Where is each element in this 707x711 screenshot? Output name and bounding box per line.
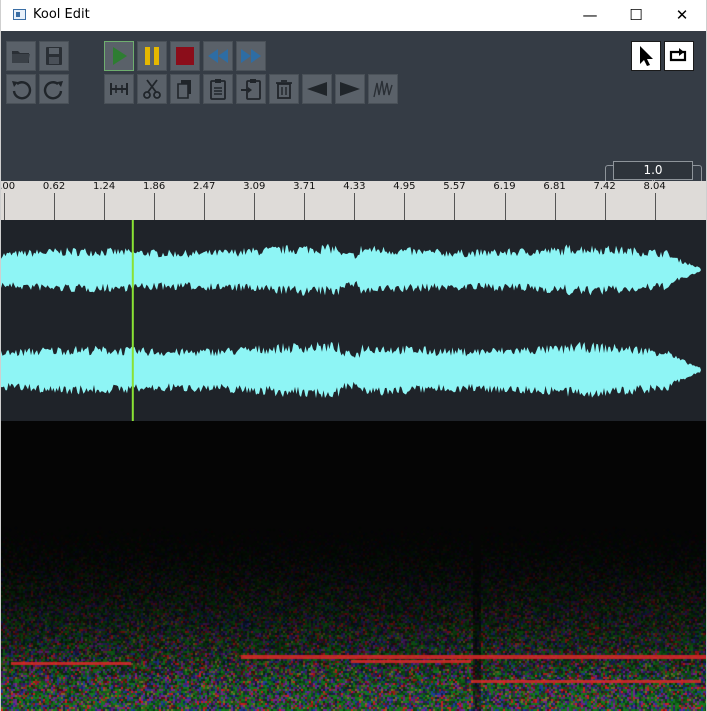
time-ruler[interactable]: 0.00 0.62 1.24 1.86 2.47 3.09 3.71 4.33 4.95 5.57… — [1, 181, 706, 220]
fade-out-button[interactable] — [335, 74, 365, 104]
ruler-tick-label: 4.95 — [393, 181, 416, 192]
open-button[interactable] — [6, 41, 36, 71]
play-button[interactable] — [104, 41, 134, 71]
close-button[interactable]: ✕ — [659, 0, 705, 31]
undo-button[interactable] — [6, 74, 36, 104]
window-title: Kool Edit — [33, 7, 90, 22]
ruler-tick — [254, 193, 256, 220]
zoom-value[interactable]: 1.0 — [613, 161, 693, 180]
save-button[interactable] — [39, 41, 69, 71]
ruler-tick-label: 2.47 — [193, 181, 216, 192]
playhead[interactable] — [131, 200, 134, 421]
title-bar[interactable]: Kool Edit — ☐ ✕ — [1, 0, 706, 31]
fade-out-icon — [340, 82, 360, 96]
noise-icon — [373, 80, 393, 98]
redo-button[interactable] — [39, 74, 69, 104]
copy-icon — [177, 80, 191, 99]
loop-icon — [669, 48, 687, 62]
waveform — [1, 200, 701, 421]
paste-insert-button[interactable] — [236, 74, 266, 104]
spectrogram-view[interactable] — [1, 421, 706, 711]
ruler-tick-label: 4.33 — [343, 181, 366, 192]
play-icon — [113, 47, 127, 65]
maximize-button[interactable]: ☐ — [613, 0, 659, 31]
fade-in-button[interactable] — [302, 74, 332, 104]
ruler-tick — [604, 193, 606, 220]
ruler-tick-label: 1.86 — [143, 181, 166, 192]
loop-button[interactable] — [664, 41, 694, 71]
ruler-tick — [4, 193, 5, 220]
ruler-tick — [504, 193, 506, 220]
app-window: Kool Edit — ☐ ✕ 1.0 00 0.62 1.24 1.86 2.… — [0, 0, 707, 711]
minimize-button[interactable]: — — [567, 0, 613, 31]
stop-button[interactable] — [170, 41, 200, 71]
ruler-tick-label: 8.04 — [643, 181, 666, 192]
redo-icon — [43, 81, 63, 100]
ruler-tick-label: 3.09 — [243, 181, 266, 192]
fast-forward-icon — [241, 49, 261, 63]
save-icon — [46, 47, 62, 65]
paste-icon — [210, 79, 226, 100]
select-tool-button[interactable] — [631, 41, 661, 71]
delete-button[interactable] — [269, 74, 299, 104]
cut-icon — [143, 79, 161, 99]
toolbar: - + — [1, 31, 706, 188]
paste-insert-icon — [241, 79, 261, 100]
spectrogram — [1, 421, 706, 711]
ruler-tick-label: 6.81 — [543, 181, 566, 192]
ruler-tick-label: 7.42 — [593, 181, 616, 192]
fade-in-icon — [307, 82, 327, 96]
ruler-tick — [354, 193, 356, 220]
rewind-button[interactable] — [203, 41, 233, 71]
delete-icon — [276, 80, 292, 99]
pause-button[interactable] — [137, 41, 167, 71]
app-icon — [13, 9, 26, 20]
stop-icon — [176, 47, 194, 65]
paste-button[interactable] — [203, 74, 233, 104]
ruler-tick — [554, 193, 556, 220]
rewind-icon — [208, 49, 228, 63]
ruler-tick — [654, 193, 656, 220]
select-icon — [640, 46, 653, 66]
ruler-tick — [454, 193, 456, 220]
noise-button[interactable] — [368, 74, 398, 104]
left-channel-waveform — [1, 243, 701, 296]
ruler-tick-label: 1.24 — [92, 181, 116, 192]
ruler-tick — [304, 193, 306, 220]
pause-icon — [145, 47, 159, 65]
ruler-tick — [154, 193, 156, 220]
ruler-tick — [404, 193, 406, 220]
ruler-tick — [104, 193, 106, 220]
open-icon — [12, 51, 30, 63]
ruler-tick-label: 5.57 — [443, 181, 466, 192]
ruler-tick-label: 6.19 — [493, 181, 516, 192]
ruler-tick — [204, 193, 206, 220]
fast-forward-button[interactable] — [236, 41, 266, 71]
waveform-view[interactable] — [1, 200, 706, 421]
ruler-tick-label: 3.71 — [293, 181, 316, 192]
ruler-tick-label: 0.00 — [1, 181, 16, 192]
ruler-tick-label: 0.62 — [42, 181, 66, 192]
copy-button[interactable] — [170, 74, 200, 104]
cut-button[interactable] — [137, 74, 167, 104]
undo-icon — [12, 81, 32, 100]
trim-button[interactable] — [104, 74, 134, 104]
trim-icon — [110, 83, 128, 95]
right-channel-waveform — [1, 341, 701, 399]
ruler-tick — [54, 193, 56, 220]
